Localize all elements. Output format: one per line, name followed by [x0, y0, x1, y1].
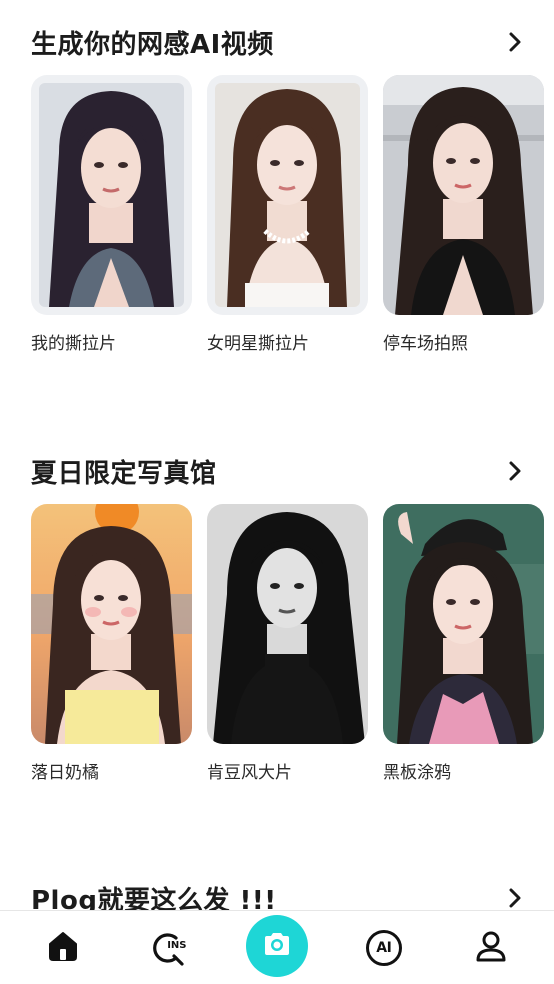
template-thumbnail: [383, 504, 544, 744]
home-icon: [46, 929, 80, 967]
template-label: 我的撕拉片: [31, 334, 116, 354]
section-title: 夏日限定写真馆: [31, 458, 217, 489]
template-thumbnail: [207, 75, 368, 315]
template-thumbnail: [207, 504, 368, 744]
section-ai-video: 生成你的网感AI视频 我的撕拉片 女明星撕拉片 停车场拍照: [0, 20, 554, 360]
section-summer-studio: 夏日限定写真馆 落日奶橘 肯豆风大片 黑板涂鸦: [0, 449, 554, 789]
ins-search-icon: INS: [150, 930, 190, 966]
tab-camera[interactable]: [242, 914, 312, 980]
section-header[interactable]: 生成你的网感AI视频: [31, 22, 530, 62]
section-title: 生成你的网感AI视频: [31, 29, 274, 60]
ins-label: INS: [167, 939, 187, 951]
template-card[interactable]: 落日奶橘: [31, 504, 192, 783]
template-thumbnail: [383, 75, 544, 315]
template-label: 女明星撕拉片: [207, 334, 309, 354]
camera-icon: [261, 930, 293, 962]
camera-button[interactable]: [245, 914, 308, 977]
template-card[interactable]: 黑板涂鸦: [383, 504, 544, 783]
template-label: 肯豆风大片: [207, 763, 292, 783]
tab-profile[interactable]: [456, 916, 526, 980]
template-thumbnail: [31, 504, 192, 744]
tab-home[interactable]: [28, 916, 98, 980]
template-card[interactable]: 女明星撕拉片: [207, 75, 368, 354]
chevron-right-icon[interactable]: [500, 456, 530, 486]
template-card[interactable]: 肯豆风大片: [207, 504, 368, 783]
ai-icon: AI: [365, 929, 402, 966]
template-thumbnail: [31, 75, 192, 315]
template-card[interactable]: 我的撕拉片: [31, 75, 192, 354]
template-label: 落日奶橘: [31, 763, 99, 783]
template-label: 黑板涂鸦: [383, 763, 451, 783]
tab-ins[interactable]: INS: [135, 916, 205, 980]
chevron-right-icon[interactable]: [500, 27, 530, 57]
card-row: 落日奶橘 肯豆风大片 黑板涂鸦: [31, 504, 544, 783]
template-card[interactable]: 停车场拍照: [383, 75, 544, 354]
tab-ai[interactable]: AI: [349, 916, 419, 980]
card-row: 我的撕拉片 女明星撕拉片 停车场拍照: [31, 75, 544, 354]
profile-icon: [474, 929, 508, 967]
section-header[interactable]: 夏日限定写真馆: [31, 451, 530, 491]
template-label: 停车场拍照: [383, 334, 468, 354]
chevron-right-icon[interactable]: [500, 883, 530, 913]
bottom-tab-bar: INS AI: [0, 910, 554, 984]
